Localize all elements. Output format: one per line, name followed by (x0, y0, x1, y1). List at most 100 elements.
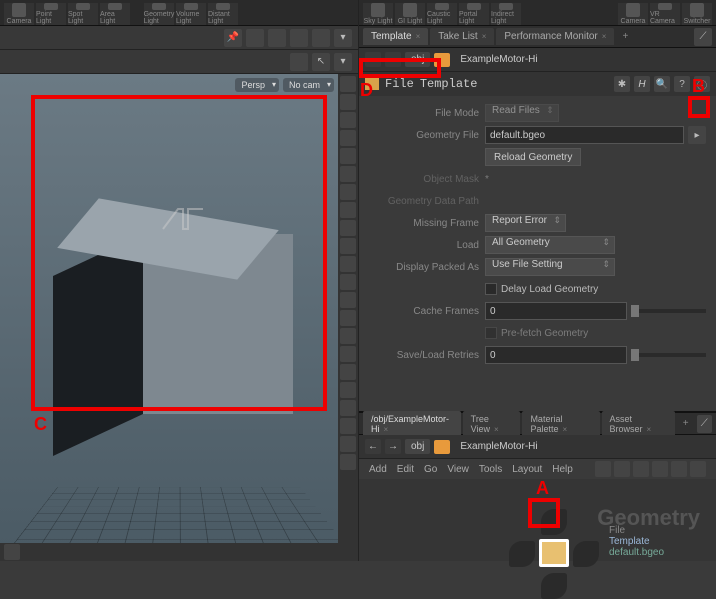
tab-asset-browser[interactable]: Asset Browser× (602, 411, 675, 437)
scene-viewport[interactable]: Persp No cam (0, 74, 358, 561)
net-tool[interactable] (595, 461, 611, 477)
snap-icon[interactable] (290, 53, 308, 71)
vp-tool[interactable] (340, 202, 356, 218)
vp-tool[interactable] (340, 274, 356, 290)
shelf-item[interactable]: Camera (618, 3, 648, 25)
shelf-item[interactable]: Caustic Light (427, 3, 457, 25)
menu-add[interactable]: Add (369, 464, 387, 475)
tab-network-path[interactable]: /obj/ExampleMotor-Hi× (363, 411, 461, 437)
vp-tool[interactable] (340, 364, 356, 380)
shelf-item[interactable]: VR Camera (650, 3, 680, 25)
menu-go[interactable]: Go (424, 464, 437, 475)
vp-tool[interactable] (340, 112, 356, 128)
reload-geometry-button[interactable]: Reload Geometry (485, 148, 581, 166)
retries-input[interactable] (485, 346, 627, 364)
shelf-item[interactable]: Camera (4, 3, 34, 25)
vp-tool[interactable] (340, 292, 356, 308)
nav-back-icon[interactable]: ← (365, 439, 381, 454)
shelf-item[interactable]: GI Light (395, 3, 425, 25)
net-tool[interactable] (614, 461, 630, 477)
display-packed-select[interactable]: Use File Setting (485, 258, 615, 276)
vp-tool[interactable] (340, 256, 356, 272)
prefetch-checkbox[interactable] (485, 327, 497, 339)
path-obj[interactable]: obj (405, 52, 430, 67)
menu-layout[interactable]: Layout (512, 464, 542, 475)
layout-icon[interactable] (268, 29, 286, 47)
shelf-item[interactable]: Portal Light (459, 3, 489, 25)
shelf-item[interactable]: Area Light (100, 3, 130, 25)
vp-tool[interactable] (340, 454, 356, 470)
retries-slider[interactable] (631, 353, 706, 357)
nav-fwd-icon[interactable]: → (385, 439, 401, 454)
display-options-icon[interactable] (246, 29, 264, 47)
load-select[interactable]: All Geometry (485, 236, 615, 254)
node-color-swatch[interactable] (434, 440, 450, 454)
shelf-item[interactable]: Distant Light (208, 3, 238, 25)
cache-frames-slider[interactable] (631, 309, 706, 313)
vp-tool[interactable] (340, 328, 356, 344)
vp-tool[interactable] (340, 238, 356, 254)
tab-material-palette[interactable]: Material Palette× (522, 411, 599, 437)
vp-tool[interactable] (340, 148, 356, 164)
add-tab-button[interactable]: + (616, 31, 634, 42)
net-tool[interactable] (671, 461, 687, 477)
shelf-item[interactable]: Geometry Light (144, 3, 174, 25)
vp-tool[interactable] (340, 418, 356, 434)
shelf-item[interactable]: Indirect Light (491, 3, 521, 25)
nav-fwd-icon[interactable]: → (385, 52, 401, 67)
menu-edit[interactable]: Edit (397, 464, 414, 475)
vp-tool[interactable] (4, 544, 20, 560)
render-icon[interactable] (312, 29, 330, 47)
net-tool[interactable] (633, 461, 649, 477)
net-tool[interactable] (652, 461, 668, 477)
pin-icon[interactable]: ⟋ (697, 415, 712, 433)
vp-tool[interactable] (340, 400, 356, 416)
gear-icon[interactable]: ✱ (614, 76, 630, 92)
add-tab-button[interactable]: + (677, 418, 695, 429)
missing-frame-select[interactable]: Report Error (485, 214, 566, 232)
vp-tool[interactable] (340, 310, 356, 326)
vp-tool[interactable] (340, 166, 356, 182)
geometry-file-input[interactable] (485, 126, 684, 144)
file-mode-select[interactable]: Read Files (485, 104, 559, 122)
tab-take-list[interactable]: Take List× (430, 28, 494, 45)
camera-icon[interactable] (290, 29, 308, 47)
shelf-item[interactable]: Spot Light (68, 3, 98, 25)
vp-tool[interactable] (340, 436, 356, 452)
view-camera-dropdown[interactable]: No cam (283, 78, 334, 92)
tab-tree-view[interactable]: Tree View× (463, 411, 521, 437)
shelf-item[interactable]: Sky Light (363, 3, 393, 25)
view-perspective-dropdown[interactable]: Persp (235, 78, 279, 92)
path-node[interactable]: ExampleMotor-Hi (454, 439, 543, 454)
node-name-label[interactable]: Template (420, 77, 478, 91)
geometry-cube[interactable] (58, 194, 278, 414)
shelf-item[interactable]: Switcher (682, 3, 712, 25)
node-color-swatch[interactable] (434, 53, 450, 67)
menu-help[interactable]: Help (552, 464, 573, 475)
cursor-icon[interactable]: ↖ (312, 53, 330, 71)
vp-tool[interactable] (340, 382, 356, 398)
network-view[interactable]: Geometry File Template default.bgeo (359, 479, 716, 561)
more-icon[interactable]: ▾ (334, 53, 352, 71)
path-node[interactable]: ExampleMotor-Hi (454, 52, 543, 67)
nav-back-icon[interactable]: ← (365, 52, 381, 67)
path-obj[interactable]: obj (405, 439, 430, 454)
vp-tool[interactable] (340, 94, 356, 110)
cache-frames-input[interactable] (485, 302, 627, 320)
file-node[interactable] (539, 539, 569, 567)
tab-template[interactable]: Template× (363, 28, 428, 45)
vp-tool[interactable] (340, 76, 356, 92)
menu-view[interactable]: View (447, 464, 469, 475)
chevron-down-icon[interactable]: ▾ (334, 29, 352, 47)
vp-tool[interactable] (340, 220, 356, 236)
houdini-help-icon[interactable]: H (634, 76, 650, 92)
vp-tool[interactable] (340, 346, 356, 362)
delay-load-checkbox[interactable] (485, 283, 497, 295)
search-icon[interactable]: 🔍 (654, 76, 670, 92)
help-icon[interactable]: ? (674, 76, 690, 92)
file-chooser-button[interactable]: ▸ (688, 126, 706, 144)
menu-tools[interactable]: Tools (479, 464, 502, 475)
node-ring-menu[interactable] (509, 509, 599, 599)
net-tool[interactable] (690, 461, 706, 477)
info-icon[interactable]: ⓘ (694, 76, 710, 92)
